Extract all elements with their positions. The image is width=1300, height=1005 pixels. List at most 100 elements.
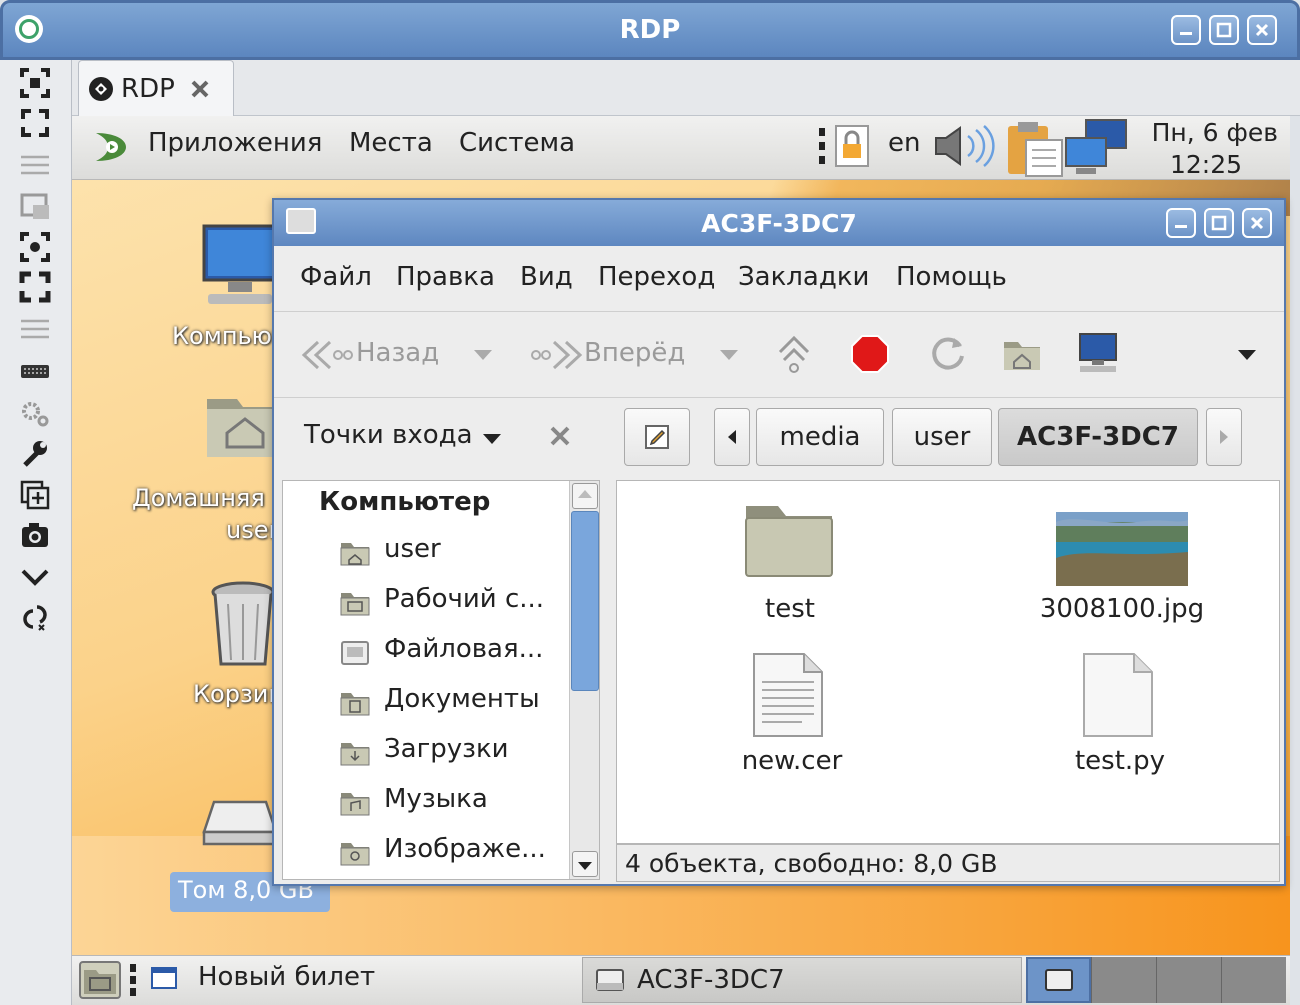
- applications-menu-icon[interactable]: [92, 129, 132, 165]
- sidebar-item-desktop[interactable]: Рабочий с...: [384, 584, 544, 614]
- window-mode-icon[interactable]: [18, 190, 52, 224]
- image-thumbnail[interactable]: [1056, 512, 1188, 586]
- volume-icon[interactable]: [932, 124, 1002, 168]
- grip-icon: [18, 148, 52, 182]
- path-crumb-user[interactable]: user: [892, 408, 992, 466]
- file-name[interactable]: 3008100.jpg: [1022, 594, 1222, 624]
- sidebar-dropdown-icon[interactable]: [482, 432, 502, 446]
- text-file-icon[interactable]: [1080, 652, 1156, 738]
- back-history-dropdown[interactable]: [472, 348, 494, 362]
- maximize-button[interactable]: [1209, 15, 1239, 45]
- workspace-2[interactable]: [1091, 957, 1156, 1003]
- menu-bookmarks[interactable]: Закладки: [738, 262, 869, 292]
- keyboard-icon[interactable]: [18, 354, 52, 388]
- home-folder-icon: [340, 540, 370, 566]
- rdp-window-titlebar[interactable]: RDP: [0, 0, 1300, 60]
- minimize-icon: [1180, 32, 1192, 35]
- clipboard-icon[interactable]: [1004, 118, 1064, 178]
- tab-close-icon[interactable]: [189, 78, 211, 100]
- menu-help[interactable]: Помощь: [896, 262, 1007, 292]
- disconnect-icon[interactable]: [18, 600, 52, 634]
- file-name[interactable]: new.cer: [692, 746, 892, 776]
- remote-toolbar: [0, 60, 72, 1005]
- menu-view[interactable]: Вид: [520, 262, 573, 292]
- close-button[interactable]: [1242, 208, 1272, 238]
- lock-screen-icon[interactable]: [832, 124, 872, 168]
- back-arrow-icon[interactable]: [300, 338, 354, 372]
- workspace-1[interactable]: [1026, 957, 1091, 1003]
- menu-edit[interactable]: Правка: [396, 262, 495, 292]
- wrench-icon[interactable]: [18, 436, 52, 470]
- duplicate-icon[interactable]: [18, 478, 52, 512]
- camera-icon[interactable]: [18, 518, 52, 552]
- path-crumb-media[interactable]: media: [756, 408, 884, 466]
- trash-desktop-icon[interactable]: [208, 580, 278, 670]
- sidebar-title[interactable]: Точки входа: [304, 420, 473, 450]
- maximize-button[interactable]: [1204, 208, 1234, 238]
- edit-location-button[interactable]: [624, 408, 690, 466]
- dynamic-resolution-icon[interactable]: [18, 270, 52, 304]
- sidebar-item-filesystem[interactable]: Файловая...: [384, 634, 543, 664]
- preferences-icon[interactable]: [18, 396, 52, 430]
- taskbar-item-file-manager[interactable]: AC3F-3DC7: [582, 957, 1022, 1003]
- network-icon[interactable]: [1064, 118, 1130, 178]
- sidebar-scrollbar-thumb[interactable]: [571, 511, 599, 691]
- file-manager-window: AC3F-3DC7 Файл Правка Вид Переход Заклад…: [272, 198, 1286, 886]
- sidebar-scrollbar[interactable]: [569, 481, 599, 879]
- menubar: Файл Правка Вид Переход Закладки Помощь: [274, 246, 1284, 312]
- close-button[interactable]: [1247, 15, 1277, 45]
- workspace-switcher[interactable]: [1026, 957, 1286, 1003]
- path-scroll-right[interactable]: [1206, 408, 1242, 466]
- sidebar-section-header: Компьютер: [319, 487, 491, 517]
- computer-icon[interactable]: [1076, 332, 1120, 376]
- workspace-4[interactable]: [1221, 957, 1286, 1003]
- folder-icon[interactable]: [744, 500, 834, 580]
- chevron-down-icon[interactable]: [18, 560, 52, 594]
- menu-applications[interactable]: Приложения: [148, 128, 322, 158]
- show-desktop-icon[interactable]: [78, 960, 122, 1000]
- file-manager-titlebar[interactable]: AC3F-3DC7: [274, 200, 1284, 246]
- stop-icon[interactable]: [850, 334, 890, 374]
- downloads-folder-icon: [340, 740, 370, 766]
- sidebar-close-icon[interactable]: [548, 424, 572, 448]
- sidebar-item-documents[interactable]: Документы: [384, 684, 540, 714]
- tab-rdp[interactable]: RDP: [78, 60, 234, 116]
- document-file-icon[interactable]: [750, 652, 826, 738]
- workspace-3[interactable]: [1156, 957, 1221, 1003]
- back-button[interactable]: Назад: [356, 338, 439, 368]
- up-arrow-icon[interactable]: [774, 332, 814, 376]
- fullscreen-icon[interactable]: [18, 106, 52, 140]
- sidebar-item-user[interactable]: user: [384, 534, 441, 564]
- menu-places[interactable]: Места: [349, 128, 433, 158]
- menu-go[interactable]: Переход: [598, 262, 715, 292]
- minimize-button[interactable]: [1166, 208, 1196, 238]
- reload-icon[interactable]: [928, 334, 968, 374]
- window-icon: [150, 966, 178, 990]
- desktop-icon-label: user: [226, 516, 279, 544]
- forward-arrow-icon[interactable]: [530, 338, 584, 372]
- sidebar-item-downloads[interactable]: Загрузки: [384, 734, 509, 764]
- volume-desktop-icon[interactable]: [200, 798, 280, 848]
- sidebar-item-music[interactable]: Музыка: [384, 784, 488, 814]
- taskbar-item-new-ticket[interactable]: Новый билет: [198, 962, 375, 992]
- keyboard-layout-indicator[interactable]: en: [888, 128, 920, 158]
- file-name[interactable]: test: [690, 594, 890, 624]
- clock-time[interactable]: 12:25: [1138, 150, 1242, 179]
- toolbar-overflow-dropdown[interactable]: [1236, 348, 1258, 362]
- clock-date[interactable]: Пн, 6 фев: [1138, 118, 1278, 147]
- file-name[interactable]: test.py: [1020, 746, 1220, 776]
- toolbar: Назад Вперёд: [274, 312, 1284, 398]
- path-scroll-left[interactable]: [714, 408, 750, 466]
- forward-history-dropdown[interactable]: [718, 348, 740, 362]
- minimize-button[interactable]: [1171, 15, 1201, 45]
- fit-window-icon[interactable]: [18, 66, 52, 100]
- sidebar-item-pictures[interactable]: Изображе...: [384, 834, 546, 864]
- menu-file[interactable]: Файл: [300, 262, 372, 292]
- scale-icon[interactable]: [18, 230, 52, 264]
- computer-desktop-icon[interactable]: [200, 222, 280, 312]
- menu-system[interactable]: Система: [459, 128, 575, 158]
- forward-button[interactable]: Вперёд: [584, 338, 685, 368]
- home-icon[interactable]: [1002, 336, 1042, 372]
- filesystem-icon: [340, 640, 370, 666]
- path-crumb-current[interactable]: AC3F-3DC7: [998, 408, 1198, 466]
